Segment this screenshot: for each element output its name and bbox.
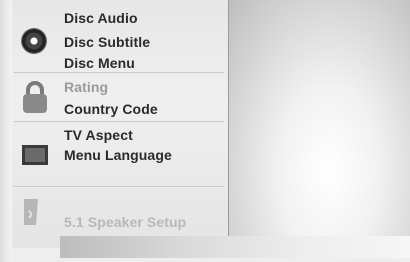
preview-area xyxy=(229,0,410,244)
menu-item-disc-subtitle[interactable]: Disc Subtitle xyxy=(64,34,150,50)
tv-screen-icon xyxy=(22,145,48,165)
menu-item-rating[interactable]: Rating xyxy=(64,79,108,95)
menu-item-disc-menu[interactable]: Disc Menu xyxy=(64,55,135,71)
menu-item-disc-audio[interactable]: Disc Audio xyxy=(64,10,138,26)
menu-item-country-code[interactable]: Country Code xyxy=(64,101,158,117)
menu-divider xyxy=(14,121,224,123)
speaker-icon xyxy=(24,199,38,225)
setup-screen: Disc Audio Disc Subtitle Disc Menu Ratin… xyxy=(0,0,410,262)
menu-divider xyxy=(14,186,224,188)
menu-item-menu-language[interactable]: Menu Language xyxy=(64,147,172,163)
lock-icon xyxy=(23,81,47,113)
menu-item-speaker-setup[interactable]: 5.1 Speaker Setup xyxy=(64,214,186,230)
menu-item-tv-aspect[interactable]: TV Aspect xyxy=(64,127,133,143)
disc-icon xyxy=(22,29,46,53)
bottom-status-bar xyxy=(60,236,410,258)
screen-left-edge xyxy=(0,0,12,262)
menu-divider xyxy=(14,72,224,74)
